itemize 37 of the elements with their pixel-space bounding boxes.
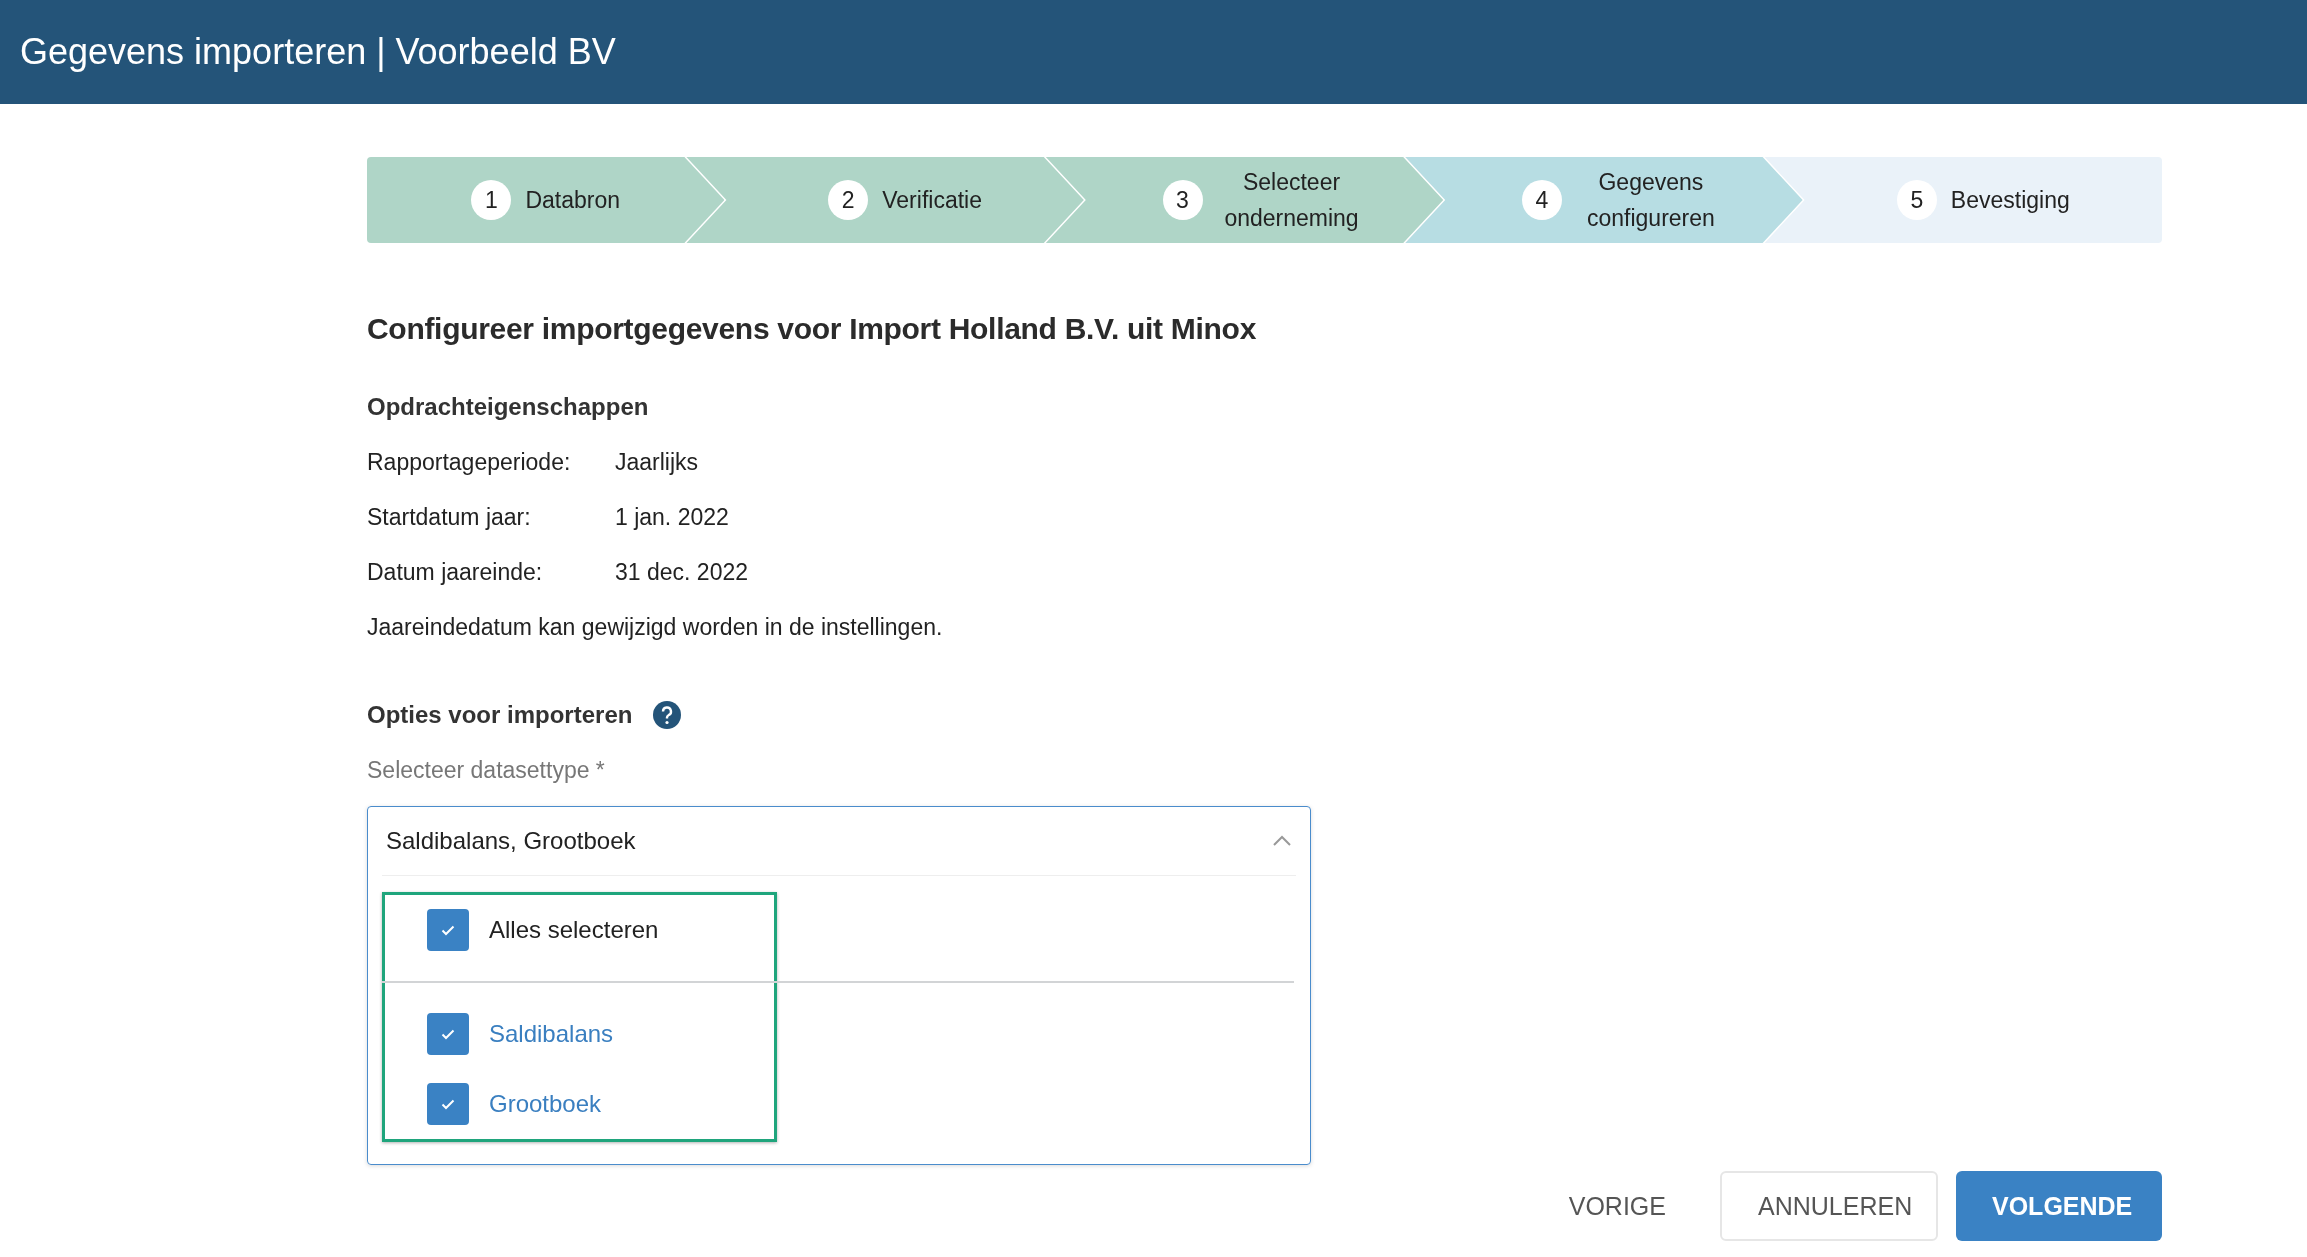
option-label[interactable]: Alles selecteren xyxy=(489,916,659,944)
step-number: 4 xyxy=(1521,180,1562,220)
step-number: 5 xyxy=(1896,180,1937,220)
check-icon xyxy=(441,924,455,936)
property-value: 1 jan. 2022 xyxy=(615,504,729,531)
check-icon xyxy=(441,1028,455,1040)
property-label: Rapportageperiode: xyxy=(367,449,572,476)
property-label: Datum jaareinde: xyxy=(367,559,544,586)
help-icon[interactable] xyxy=(652,700,683,730)
property-label: Startdatum jaar: xyxy=(367,504,532,531)
page-title: Gegevens importeren | Voorbeeld BV xyxy=(20,31,616,73)
action-button[interactable]: ANNULEREN xyxy=(1720,1171,1938,1241)
option-label[interactable]: Grootboek xyxy=(489,1090,602,1118)
step-label: Selecteer onderneming xyxy=(1223,168,1360,233)
info-text: Jaareindedatum kan gewijzigd worden in de instellingen. xyxy=(367,614,944,641)
checkbox[interactable] xyxy=(427,1083,469,1125)
check-icon xyxy=(441,1098,455,1110)
option-label[interactable]: Saldibalans xyxy=(489,1020,614,1048)
field-label: Selecteer datasettype * xyxy=(367,757,606,784)
step-label: Databron xyxy=(525,186,620,215)
section-heading: Configureer importgegevens voor Import Holland B.V. uit Minox xyxy=(367,312,1257,346)
chevron-icon xyxy=(1272,835,1292,847)
property-value: Jaarlijks xyxy=(615,449,699,476)
step-number: 3 xyxy=(1162,180,1203,220)
step-number: 2 xyxy=(828,180,869,220)
property-value: 31 dec. 2022 xyxy=(615,559,748,586)
subheading: Opties voor importeren xyxy=(367,701,633,729)
step-number: 1 xyxy=(471,180,512,220)
step-label: Gegevens configureren xyxy=(1586,168,1716,233)
checkbox[interactable] xyxy=(427,909,469,951)
step-label: Bevestiging xyxy=(1950,186,2070,215)
subheading: Opdrachteigenschappen xyxy=(367,393,650,421)
dataset-dropdown[interactable]: Saldibalans, Grootboek Alles selecteren Saldibalans Grootboek xyxy=(367,806,1311,1165)
action-button[interactable]: VOLGENDE xyxy=(1956,1171,2162,1241)
step-label: Verificatie xyxy=(882,186,982,215)
checkbox[interactable] xyxy=(427,1013,469,1055)
dropdown-value: Saldibalans, Grootboek xyxy=(386,827,636,855)
